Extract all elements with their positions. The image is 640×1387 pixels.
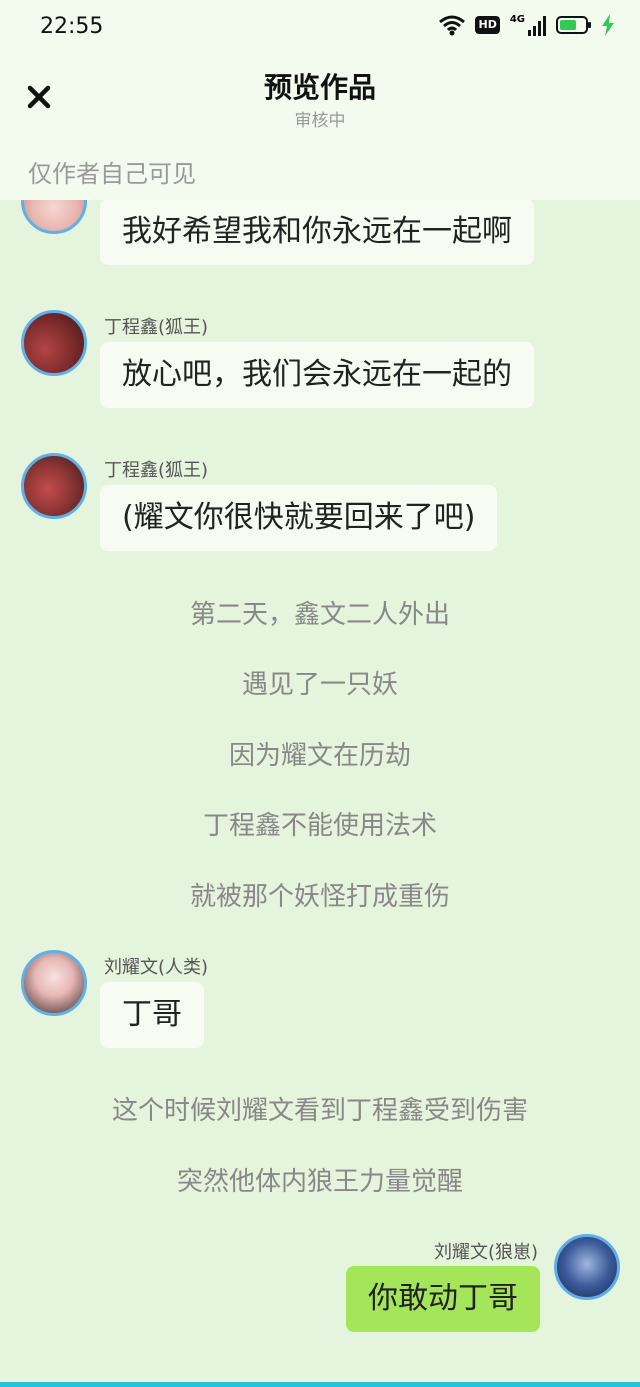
- sender-name: 丁程鑫(狐王): [104, 317, 209, 338]
- message-bubble[interactable]: 放心吧，我们会永远在一起的: [100, 342, 534, 408]
- message-bubble[interactable]: 你敢动丁哥: [346, 1266, 540, 1332]
- hd-badge: HD: [475, 16, 500, 34]
- page-title: 预览作品: [263, 71, 376, 104]
- charging-icon: [602, 14, 614, 36]
- narration-text: 这个时候刘耀文看到丁程鑫受到伤害: [111, 1096, 528, 1126]
- visibility-notice: 仅作者自己可见: [0, 146, 640, 200]
- header: 预览作品 审核中: [0, 56, 640, 146]
- narration-text: 丁程鑫不能使用法术: [202, 811, 437, 841]
- visibility-text: 仅作者自己可见: [28, 160, 196, 188]
- message-bubble[interactable]: 丁哥: [100, 982, 204, 1048]
- narration-text: 突然他体内狼王力量觉醒: [176, 1167, 463, 1197]
- avatar[interactable]: [21, 310, 87, 376]
- wifi-icon: [439, 15, 466, 36]
- sender-name: 刘耀文(人类): [104, 957, 209, 978]
- battery-icon: [556, 16, 591, 34]
- message-bubble[interactable]: (耀文你很快就要回来了吧): [100, 485, 498, 551]
- narration-text: 第二天，鑫文二人外出: [189, 600, 450, 630]
- narration-text: 遇见了一只妖: [241, 670, 398, 700]
- network-type: 4G: [509, 14, 525, 25]
- avatar[interactable]: [21, 200, 87, 234]
- narration-text: 因为耀文在历劫: [228, 741, 411, 771]
- avatar[interactable]: [21, 950, 87, 1016]
- status-bar: 22:55 HD 4G: [0, 0, 640, 56]
- avatar[interactable]: [554, 1234, 620, 1300]
- chat-list[interactable]: 我好希望我和你永远在一起啊 丁程鑫(狐王) 放心吧，我们会永远在一起的 丁程鑫(…: [0, 200, 640, 1382]
- sender-name: 丁程鑫(狐王): [104, 460, 209, 481]
- message-bubble[interactable]: 我好希望我和你永远在一起啊: [100, 200, 534, 265]
- sender-name: 刘耀文(狼崽): [433, 1242, 538, 1263]
- status-icons: HD 4G: [439, 14, 614, 36]
- avatar[interactable]: [21, 453, 87, 519]
- review-status: 审核中: [294, 111, 346, 131]
- clock: 22:55: [40, 14, 104, 39]
- narration-text: 就被那个妖怪打成重伤: [189, 882, 450, 912]
- signal-icon: 4G: [510, 14, 546, 36]
- bottom-accent-bar: [0, 1382, 640, 1387]
